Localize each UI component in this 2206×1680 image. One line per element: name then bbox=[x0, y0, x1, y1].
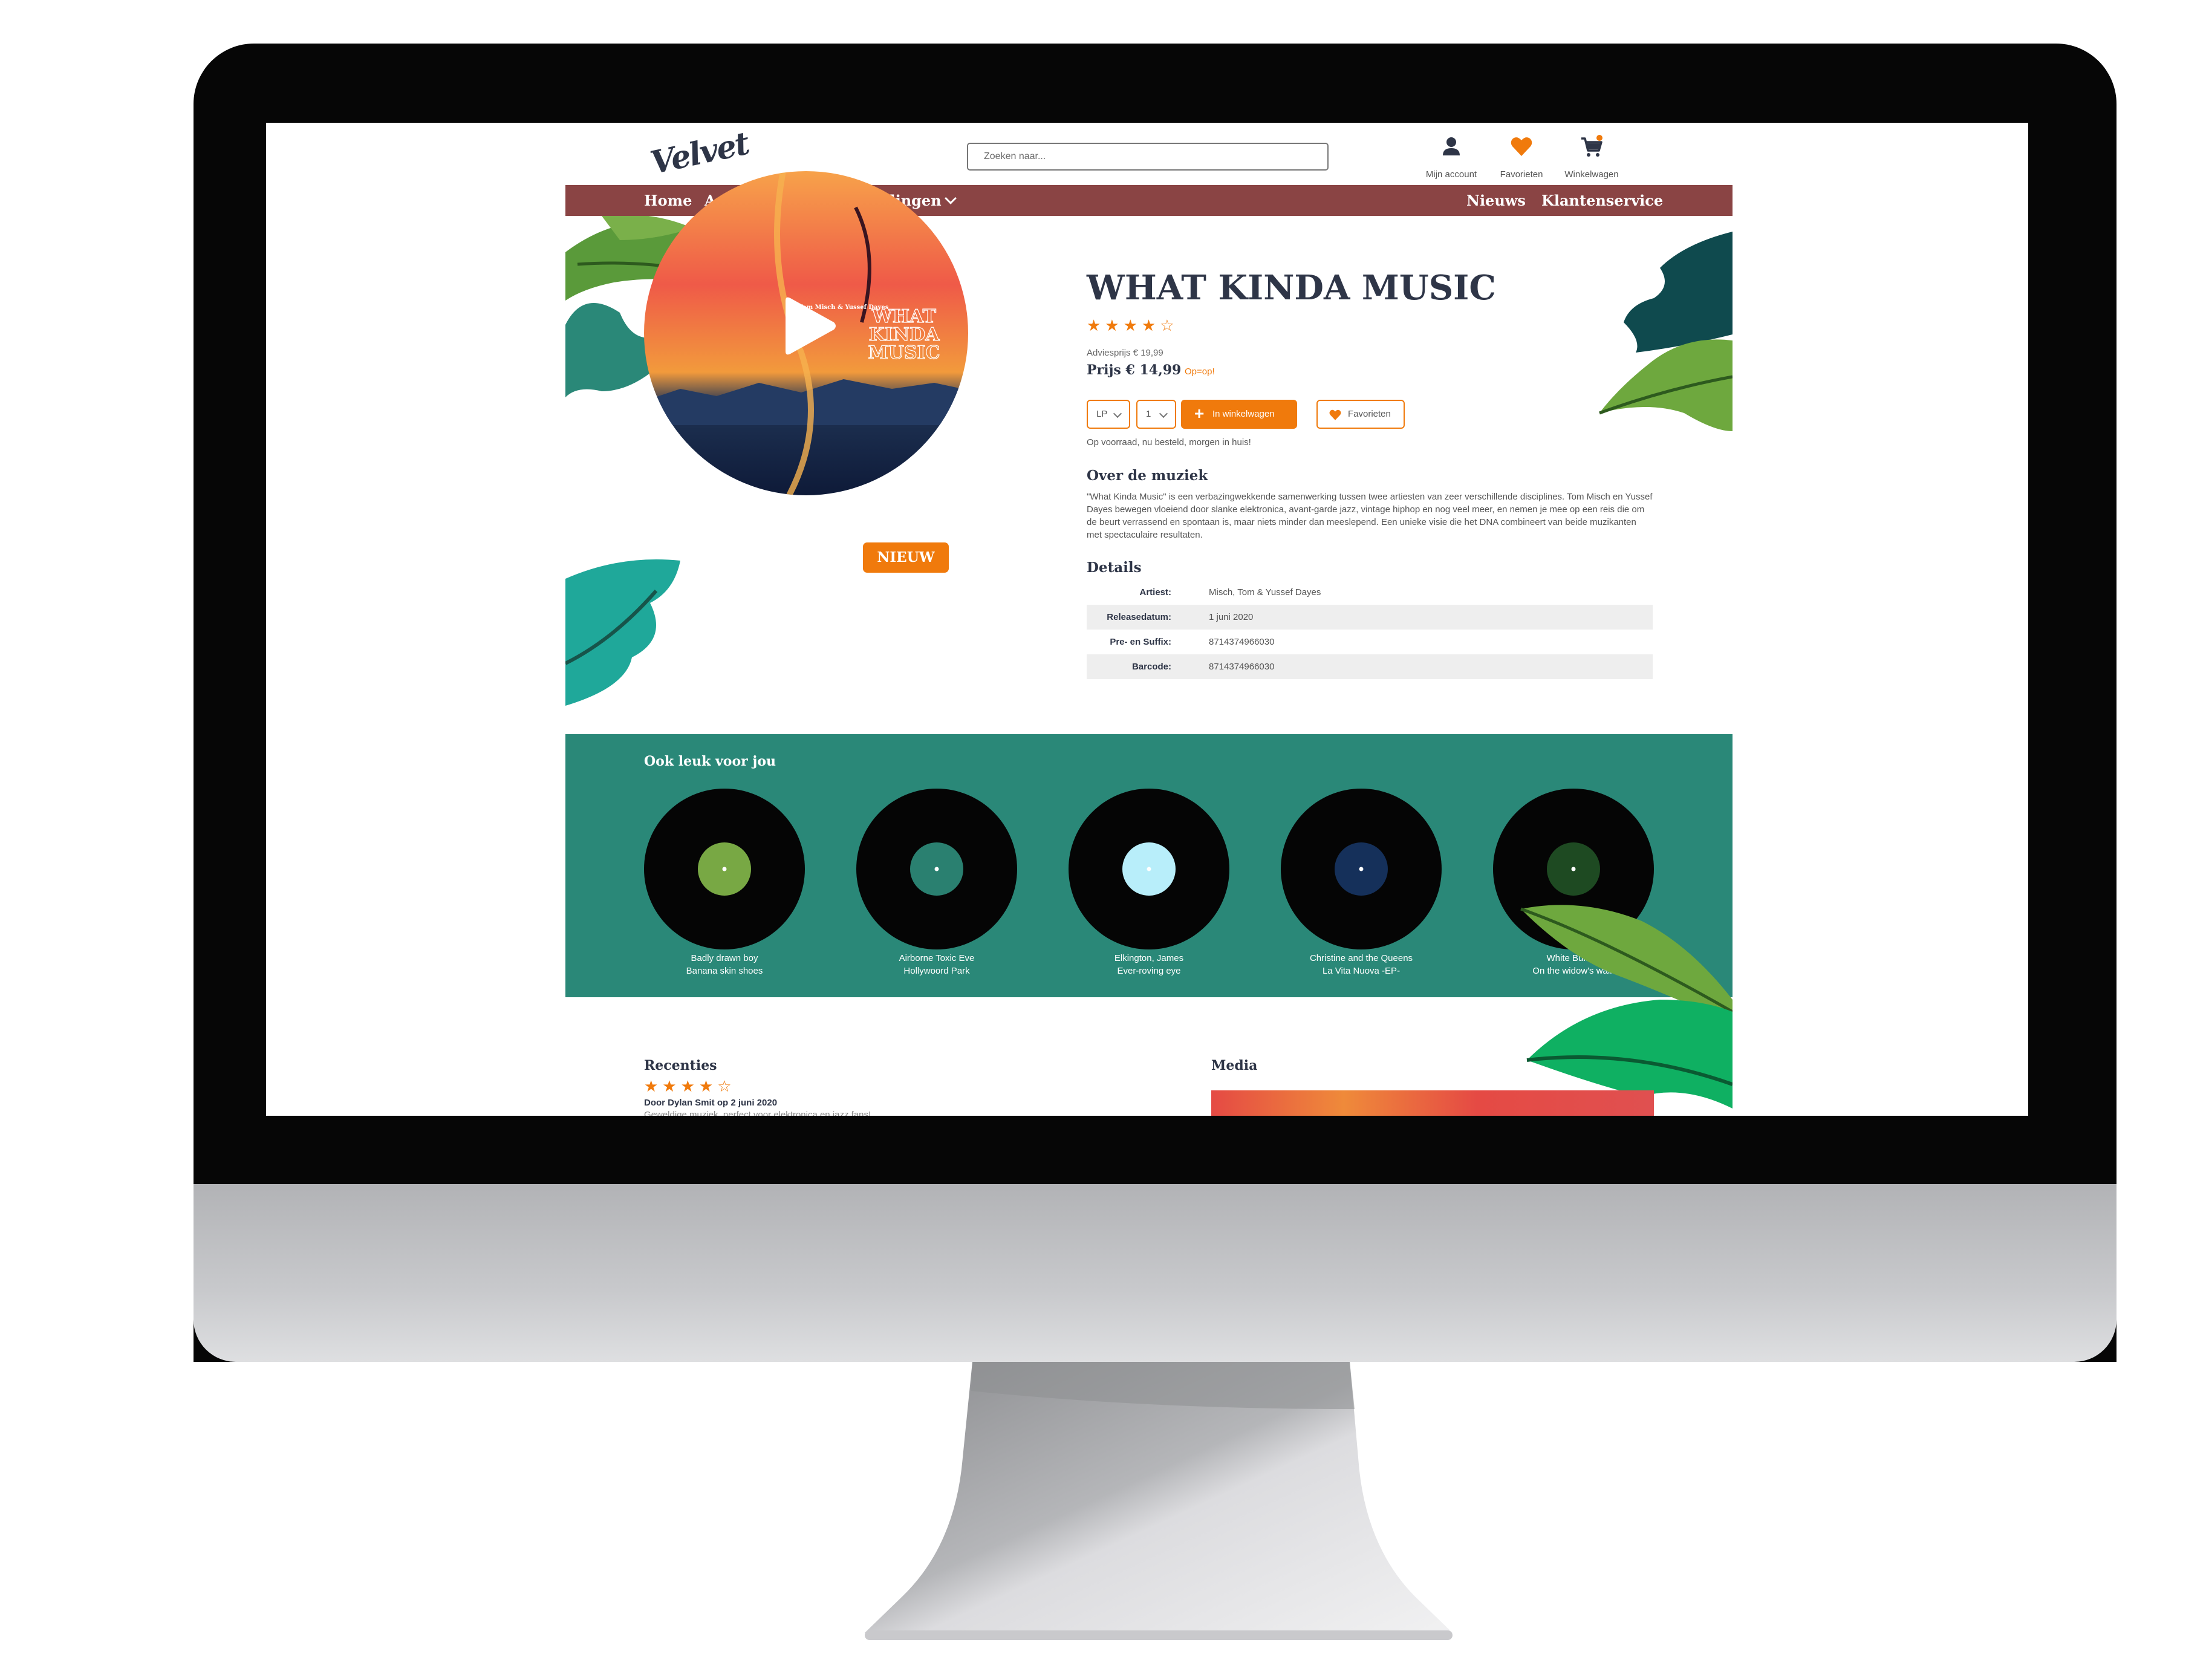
format-value: LP bbox=[1096, 409, 1108, 419]
recommended-title: La Vita Nuova -EP- bbox=[1322, 966, 1401, 976]
table-row: Pre- en Suffix: 8714374966030 bbox=[1087, 630, 1653, 654]
media-heading: Media bbox=[1211, 1058, 1258, 1073]
chevron-down-icon bbox=[1113, 409, 1122, 418]
media-thumbnail[interactable] bbox=[1211, 1090, 1654, 1116]
recommended-title: Hollywoord Park bbox=[903, 966, 970, 976]
detail-key: Releasedatum: bbox=[1087, 605, 1209, 630]
account-label: Mijn account bbox=[1425, 169, 1477, 180]
favorites-button-label: Favorieten bbox=[1348, 409, 1391, 419]
format-select[interactable]: LP bbox=[1087, 400, 1130, 429]
detail-key: Pre- en Suffix: bbox=[1110, 637, 1171, 647]
recommendations-heading: Ook leuk voor jou bbox=[644, 754, 776, 769]
recommended-item[interactable]: Elkington, James Ever-roving eye bbox=[1069, 789, 1229, 982]
detail-value: 8714374966030 bbox=[1209, 637, 1275, 647]
plus-icon: + bbox=[1194, 404, 1205, 423]
price: Prijs € 14,99 bbox=[1087, 362, 1182, 378]
vinyl-record-icon bbox=[1069, 789, 1229, 949]
account-button[interactable]: Mijn account bbox=[1415, 135, 1488, 183]
sale-tag: Op=op! bbox=[1185, 366, 1215, 377]
favorites-label: Favorieten bbox=[1500, 169, 1543, 180]
vinyl-record-icon bbox=[1281, 789, 1442, 949]
table-row: Artiest: Misch, Tom & Yussef Dayes bbox=[1087, 580, 1653, 605]
cover-title: WHAT KINDA MUSIC bbox=[868, 306, 940, 363]
recommended-artist: Christine and the Queens bbox=[1309, 953, 1413, 963]
heart-icon bbox=[1329, 409, 1341, 420]
leaf-decoration-bottom-right bbox=[1520, 905, 1733, 1109]
product-title: WHAT KINDA MUSIC bbox=[1087, 268, 1496, 308]
leaf-decoration-right bbox=[1599, 232, 1733, 431]
cart-header-button[interactable]: Winkelwagen bbox=[1555, 135, 1628, 183]
table-row: Barcode: 8714374966030 bbox=[1087, 654, 1653, 679]
about-heading: Over de muziek bbox=[1087, 467, 1208, 484]
about-text: "What Kinda Music" is een verbazingwekke… bbox=[1087, 492, 1653, 540]
review-author: Door Dylan Smit op 2 juni 2020 bbox=[644, 1098, 778, 1108]
search-input[interactable] bbox=[967, 143, 1329, 171]
nav-nieuws[interactable]: Nieuws bbox=[1466, 185, 1526, 216]
recommended-title: Ever-roving eye bbox=[1117, 966, 1181, 976]
recommended-title: Banana skin shoes bbox=[686, 966, 763, 976]
reviews-heading: Recenties bbox=[644, 1058, 717, 1073]
add-to-cart-button[interactable]: + In winkelwagen bbox=[1181, 400, 1297, 429]
detail-value: 8714374966030 bbox=[1209, 654, 1653, 679]
cart-label: Winkelwagen bbox=[1564, 169, 1619, 180]
detail-value: 1 juni 2020 bbox=[1209, 605, 1653, 630]
heart-icon bbox=[1511, 137, 1532, 156]
vinyl-record-icon bbox=[856, 789, 1017, 949]
chevron-down-icon bbox=[944, 192, 957, 204]
monitor-chin bbox=[194, 1184, 2117, 1362]
cart-icon bbox=[1581, 135, 1602, 157]
add-to-cart-label: In winkelwagen bbox=[1212, 409, 1275, 419]
details-table: Artiest: Misch, Tom & Yussef Dayes Releas… bbox=[1087, 580, 1653, 679]
advice-price: Adviesprijs € 19,99 bbox=[1087, 348, 1163, 358]
vinyl-record-icon bbox=[644, 789, 805, 949]
detail-key: Barcode: bbox=[1087, 654, 1209, 679]
table-row: Releasedatum: 1 juni 2020 bbox=[1087, 605, 1653, 630]
detail-value: Misch, Tom & Yussef Dayes bbox=[1209, 587, 1321, 597]
nav-home[interactable]: Home bbox=[644, 185, 692, 216]
review-text: Geweldige muziek, perfect voor elektroni… bbox=[644, 1110, 871, 1116]
recommended-artist: Elkington, James bbox=[1114, 953, 1184, 963]
nav-klantenservice[interactable]: Klantenservice bbox=[1541, 185, 1663, 216]
user-icon bbox=[1443, 137, 1460, 155]
new-badge: NIEUW bbox=[863, 542, 949, 573]
review-rating: ★★★★☆ bbox=[644, 1077, 736, 1095]
product-rating: ★★★★☆ bbox=[1087, 316, 1179, 334]
favorites-header-button[interactable]: Favorieten bbox=[1485, 135, 1558, 183]
chevron-down-icon bbox=[1159, 409, 1168, 418]
screen: Velvet Mijn account Favorieten Winkelwag… bbox=[266, 123, 2028, 1116]
recommended-artist: Airborne Toxic Eve bbox=[899, 953, 975, 963]
webpage: Velvet Mijn account Favorieten Winkelwag… bbox=[565, 123, 1733, 1116]
recommended-item[interactable]: Christine and the Queens La Vita Nuova -… bbox=[1281, 789, 1442, 982]
velvet-logo[interactable]: Velvet bbox=[647, 125, 752, 182]
play-icon[interactable] bbox=[779, 297, 838, 355]
details-heading: Details bbox=[1087, 559, 1142, 576]
detail-key: Artiest: bbox=[1139, 587, 1171, 597]
quantity-value: 1 bbox=[1146, 409, 1151, 419]
quantity-select[interactable]: 1 bbox=[1136, 400, 1176, 429]
recommended-artist: Badly drawn boy bbox=[691, 953, 758, 963]
stock-status: Op voorraad, nu besteld, morgen in huis! bbox=[1087, 437, 1251, 448]
recommended-item[interactable]: Airborne Toxic Eve Hollywoord Park bbox=[856, 789, 1017, 982]
recommended-item[interactable]: Badly drawn boy Banana skin shoes bbox=[644, 789, 805, 982]
add-to-favorites-button[interactable]: Favorieten bbox=[1316, 400, 1405, 429]
